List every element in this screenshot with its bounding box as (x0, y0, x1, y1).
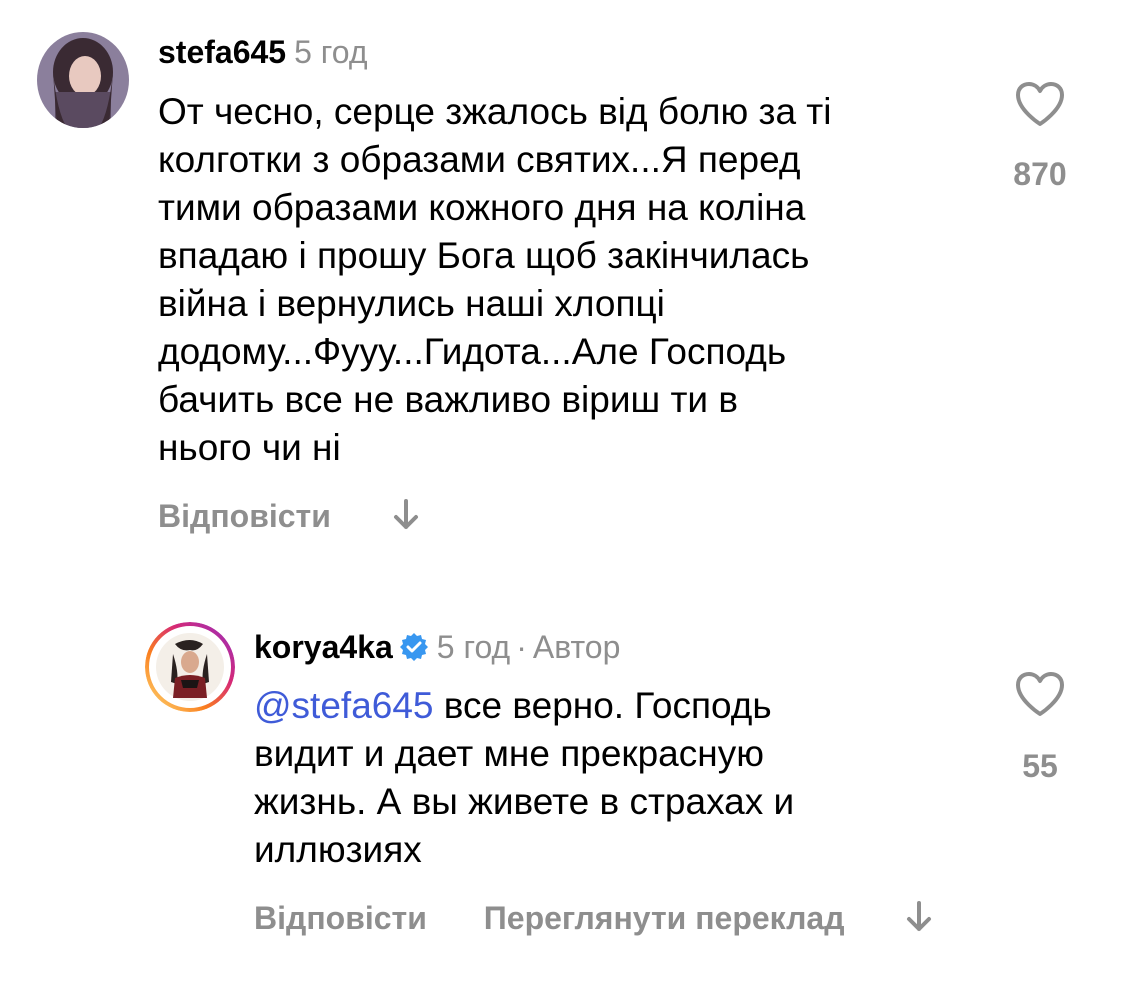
comment-line: бачить все не важливо віриш ти в (158, 379, 739, 420)
reply-button[interactable]: Відповісти (158, 496, 331, 536)
comment-line: війна і вернулись наші хлопці (158, 283, 665, 324)
comment-line: видит и дает мне прекрасную (254, 733, 764, 774)
translate-button[interactable]: Переглянути переклад (484, 898, 845, 938)
mention-link[interactable]: @stefa645 (254, 685, 434, 726)
like-button[interactable] (1014, 670, 1066, 718)
comment-actions: Відповісти (158, 496, 420, 542)
comment-line: От чесно, серце зжалось від болю за ті (158, 91, 832, 132)
timestamp: 5 год (436, 629, 511, 665)
comment-line: нього чи ні (158, 427, 341, 468)
comment-actions: Відповісти Переглянути переклад (254, 898, 933, 944)
username[interactable]: korya4ka (254, 629, 393, 665)
avatar-stefa645[interactable] (37, 32, 129, 128)
separator: · (516, 629, 527, 665)
avatar-korya4ka[interactable] (145, 622, 235, 712)
comment-line: все верно. Господь (433, 685, 772, 726)
comment-line: иллюзиях (254, 829, 422, 870)
timestamp: 5 год (294, 34, 368, 70)
arrow-down-icon[interactable] (905, 899, 933, 944)
arrow-down-icon[interactable] (392, 497, 420, 542)
like-button[interactable] (1014, 80, 1066, 128)
comment-line: жизнь. А вы живете в страхах и (254, 781, 795, 822)
heart-outline-icon (1016, 672, 1064, 716)
comment-line: тими образами кожного дня на коліна (158, 187, 806, 228)
comment-line: впадаю і прошу Бога щоб закінчилась (158, 235, 810, 276)
comment-line: додому...Фууу...Гидота...Але Господь (158, 331, 787, 372)
comment-line: колготки з образами святих...Я перед (158, 139, 801, 180)
verified-badge-icon (399, 631, 429, 671)
comment-text: @stefa645 все верно. Господь видит и дае… (254, 682, 974, 874)
story-ring-avatar-icon (145, 622, 235, 712)
reply-button[interactable]: Відповісти (254, 898, 427, 938)
comment-header: korya4ka 5 год · Автор (254, 627, 620, 671)
heart-outline-icon (1016, 82, 1064, 126)
author-label: Автор (532, 629, 621, 665)
like-count: 870 (1013, 156, 1067, 192)
like-count: 55 (1022, 748, 1058, 784)
comment-header: stefa645 5 год (158, 32, 368, 72)
comment-text: От чесно, серце зжалось від болю за ті к… (158, 88, 978, 472)
username[interactable]: stefa645 (158, 34, 286, 70)
user-avatar-icon (37, 32, 129, 128)
